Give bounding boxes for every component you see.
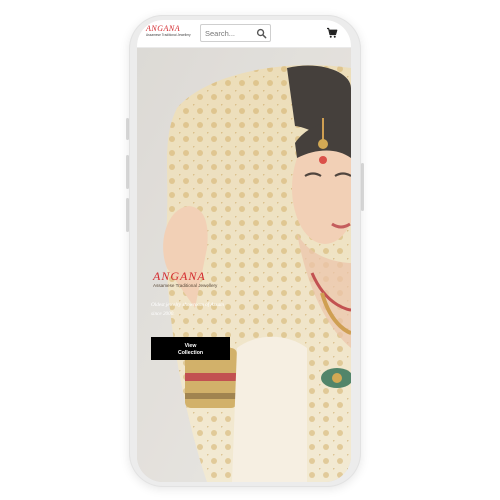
search-icon[interactable] [256, 28, 267, 39]
view-collection-label: View Collection [177, 343, 204, 356]
hero-logo: ANGANA Assamese Traditional Jewellery [153, 270, 233, 292]
phone-screen: ANGANA Assamese Traditional Jewellery Se… [137, 20, 351, 482]
logo-subtitle: Assamese Traditional Jewellery [146, 33, 191, 37]
search-input[interactable] [205, 28, 253, 39]
hero-image [137, 48, 351, 482]
hero-logo-name: ANGANA [153, 269, 206, 283]
hero-tagline: Oldest jewelry showroom of Assam since 2… [151, 302, 224, 317]
site-logo[interactable]: ANGANA Assamese Traditional Jewellery [146, 24, 191, 44]
hero-logo-subtitle: Assamese Traditional Jewellery [153, 283, 218, 288]
device-power-button [361, 163, 364, 211]
hero-banner: ANGANA Assamese Traditional Jewellery Ol… [137, 48, 351, 482]
view-collection-button[interactable]: View Collection [151, 337, 230, 360]
logo-name: ANGANA [146, 24, 181, 33]
search-box[interactable] [200, 24, 271, 42]
site-header: ANGANA Assamese Traditional Jewellery [137, 20, 351, 48]
cart-icon[interactable] [326, 27, 338, 39]
